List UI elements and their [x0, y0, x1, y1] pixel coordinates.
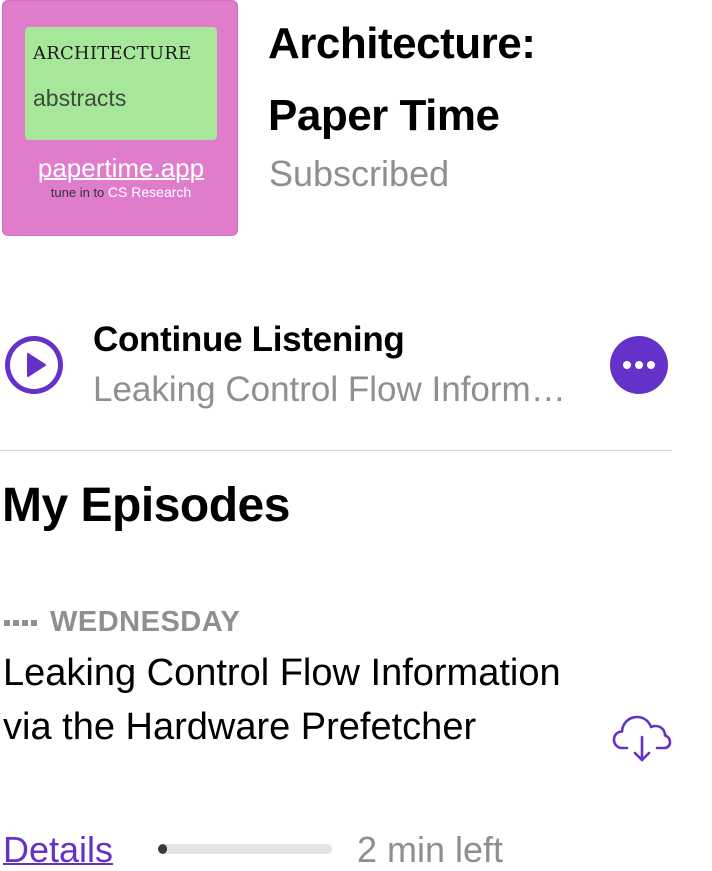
artwork-tagline: tune in to CS Research	[3, 184, 239, 200]
artwork-title-panel: ARCHITECTURE abstracts	[25, 27, 217, 140]
artwork-tagline-prefix: tune in to	[50, 185, 105, 200]
episode-title[interactable]: Leaking Control Flow Information via the…	[3, 646, 563, 754]
episode-progress-bar	[158, 844, 332, 854]
artwork-tagline-highlight: CS Research	[107, 184, 192, 200]
episode-meta: WEDNESDAY	[4, 606, 240, 639]
artwork-title: ARCHITECTURE	[33, 43, 192, 64]
more-options-button[interactable]	[610, 336, 668, 394]
my-episodes-heading: My Episodes	[2, 479, 290, 532]
download-button[interactable]	[611, 712, 673, 764]
episode-day: WEDNESDAY	[50, 606, 241, 638]
continue-listening-title: Continue Listening	[93, 320, 405, 359]
artwork-url: papertime.app	[37, 153, 205, 183]
cloud-download-icon	[612, 715, 672, 762]
ellipsis-icon	[623, 361, 655, 369]
details-link[interactable]: Details	[3, 829, 113, 871]
time-remaining: 2 min left	[357, 829, 504, 870]
episode-progress-fill	[158, 844, 167, 854]
continue-listening-episode: Leaking Control Flow Information via the…	[93, 370, 573, 409]
episode-list-item[interactable]: WEDNESDAY Leaking Control Flow Informati…	[0, 600, 712, 871]
subscription-status: Subscribed	[269, 153, 450, 194]
podcast-title-line-1: Architecture:	[268, 19, 536, 68]
play-button[interactable]	[5, 336, 63, 394]
podcast-artwork[interactable]: ARCHITECTURE abstracts papertime.app tun…	[2, 0, 238, 236]
podcast-title-line-2: Paper Time	[268, 91, 500, 140]
continue-listening-row[interactable]: Continue Listening Leaking Control Flow …	[0, 312, 712, 422]
section-divider	[0, 450, 672, 451]
artwork-subtitle: abstracts	[33, 85, 127, 111]
partially-played-dots-icon	[4, 614, 38, 632]
play-icon	[10, 341, 58, 389]
podcast-title[interactable]: Architecture: Paper Time	[268, 8, 688, 152]
